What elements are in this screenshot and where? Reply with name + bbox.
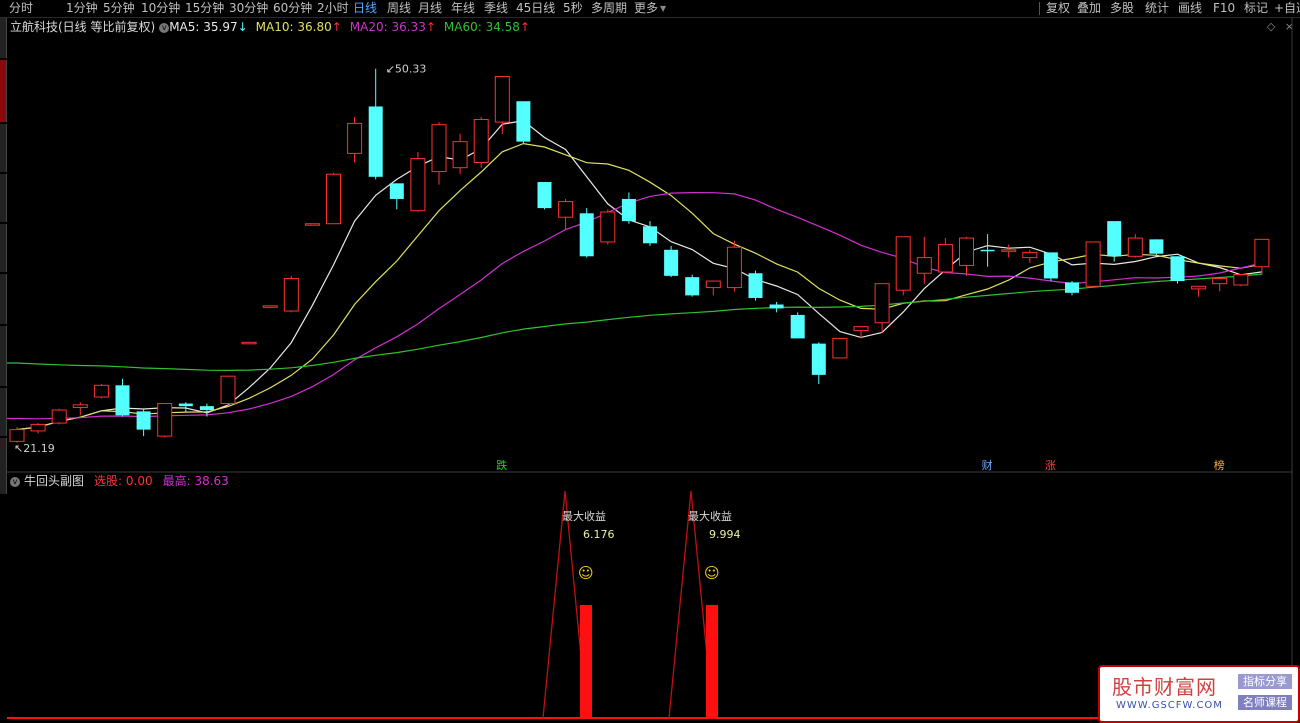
candle-body-up bbox=[959, 237, 974, 266]
signal-bar bbox=[580, 605, 592, 718]
candle-body-up bbox=[600, 211, 616, 243]
smile-icon: ☺ bbox=[578, 564, 594, 582]
candle-body-up bbox=[93, 384, 109, 398]
candle-body-up bbox=[494, 75, 510, 123]
event-marker: 榜 bbox=[1214, 458, 1225, 472]
candle-body-up bbox=[262, 305, 278, 308]
event-marker: 涨 bbox=[1045, 459, 1056, 472]
candle-body-up bbox=[452, 141, 468, 169]
candle-body-up bbox=[1127, 237, 1143, 257]
candle-body-up bbox=[1212, 277, 1228, 285]
candle-body-up bbox=[916, 257, 932, 274]
candle-body-down bbox=[389, 183, 404, 199]
candle-body-up bbox=[283, 277, 299, 312]
candle-body-up bbox=[1022, 251, 1038, 259]
candle-body-up bbox=[1233, 274, 1249, 286]
candle-body-up bbox=[72, 404, 88, 408]
candle-body-down bbox=[685, 277, 700, 296]
low-price-label: ↖21.19 bbox=[14, 442, 55, 455]
candle-body-up bbox=[410, 158, 426, 212]
ma20-line bbox=[7, 191, 1263, 420]
candle-body-down bbox=[178, 403, 193, 407]
event-marker: 跌 bbox=[496, 458, 507, 472]
signal-bar bbox=[706, 605, 718, 718]
candle-body-up bbox=[558, 201, 574, 218]
watermark-title: 股市财富网 bbox=[1112, 675, 1217, 699]
candle-body-up bbox=[705, 280, 721, 289]
candle-body-down bbox=[199, 406, 214, 411]
candle-body-up bbox=[51, 409, 67, 424]
ma5-line bbox=[16, 120, 1262, 431]
candle-body-down bbox=[368, 106, 383, 177]
candle-body-up bbox=[473, 118, 489, 163]
kline-chart[interactable]: ↙50.33 ↖21.19 跌 财 涨 榜 最大收益 6.176 ☺ 最大收益 9.994 ☺ bbox=[0, 0, 1300, 722]
candle-body-up bbox=[304, 223, 320, 226]
candle-body-down bbox=[980, 249, 995, 252]
candle-body-down bbox=[643, 226, 657, 244]
max-profit-value: 9.994 bbox=[709, 528, 741, 541]
candle-body-down bbox=[811, 343, 826, 375]
candle-body-down bbox=[1065, 282, 1079, 293]
candle-body-up bbox=[726, 246, 742, 289]
candle-body-up bbox=[874, 283, 890, 324]
candle-body-up bbox=[326, 173, 341, 225]
high-price-label: ↙50.33 bbox=[386, 62, 427, 75]
candle-body-down bbox=[1149, 239, 1164, 254]
candle-body-up bbox=[347, 122, 363, 154]
candle-body-up bbox=[157, 403, 173, 437]
candle-body-up bbox=[1191, 285, 1207, 290]
candle-body-down bbox=[1043, 252, 1058, 279]
candle-body-up bbox=[431, 124, 447, 173]
watermark-url: WWW.GSCFW.COM bbox=[1116, 700, 1223, 711]
candle-body-down bbox=[1107, 221, 1122, 257]
candle-body-down bbox=[579, 213, 594, 257]
watermark-tag: 名师课程 bbox=[1238, 695, 1292, 710]
candle-body-up bbox=[220, 375, 236, 405]
event-marker: 财 bbox=[982, 458, 993, 472]
candle-body-down bbox=[790, 314, 805, 339]
candle-body-up bbox=[241, 341, 257, 345]
smile-icon: ☺ bbox=[704, 564, 720, 582]
site-watermark: 股市财富网 WWW.GSCFW.COM 指标分享 名师课程 bbox=[1098, 665, 1300, 723]
candle-body-up bbox=[832, 337, 848, 359]
candle-body-down bbox=[537, 182, 552, 209]
candle-body-up bbox=[1001, 249, 1017, 252]
max-profit-label: 最大收益 bbox=[562, 509, 606, 523]
candle-body-up bbox=[937, 244, 953, 273]
watermark-tag: 指标分享 bbox=[1238, 674, 1292, 689]
candle-body-up bbox=[30, 423, 46, 432]
candle-body-down bbox=[664, 249, 679, 276]
candle-body-up bbox=[853, 326, 869, 332]
max-profit-label: 最大收益 bbox=[688, 509, 732, 523]
candle-body-down bbox=[769, 304, 784, 309]
candle-body-down bbox=[136, 411, 151, 430]
candle-body-down bbox=[1170, 256, 1185, 282]
candle-body-up bbox=[1085, 241, 1101, 287]
candle-body-down bbox=[621, 198, 636, 222]
candle-body-up bbox=[1254, 238, 1270, 268]
candle-body-up bbox=[9, 429, 25, 442]
candle-body-down bbox=[748, 273, 763, 298]
candle-body-up bbox=[895, 236, 911, 291]
candle-body-down bbox=[115, 385, 130, 416]
max-profit-value: 6.176 bbox=[583, 528, 615, 541]
candle-body-down bbox=[516, 101, 531, 142]
